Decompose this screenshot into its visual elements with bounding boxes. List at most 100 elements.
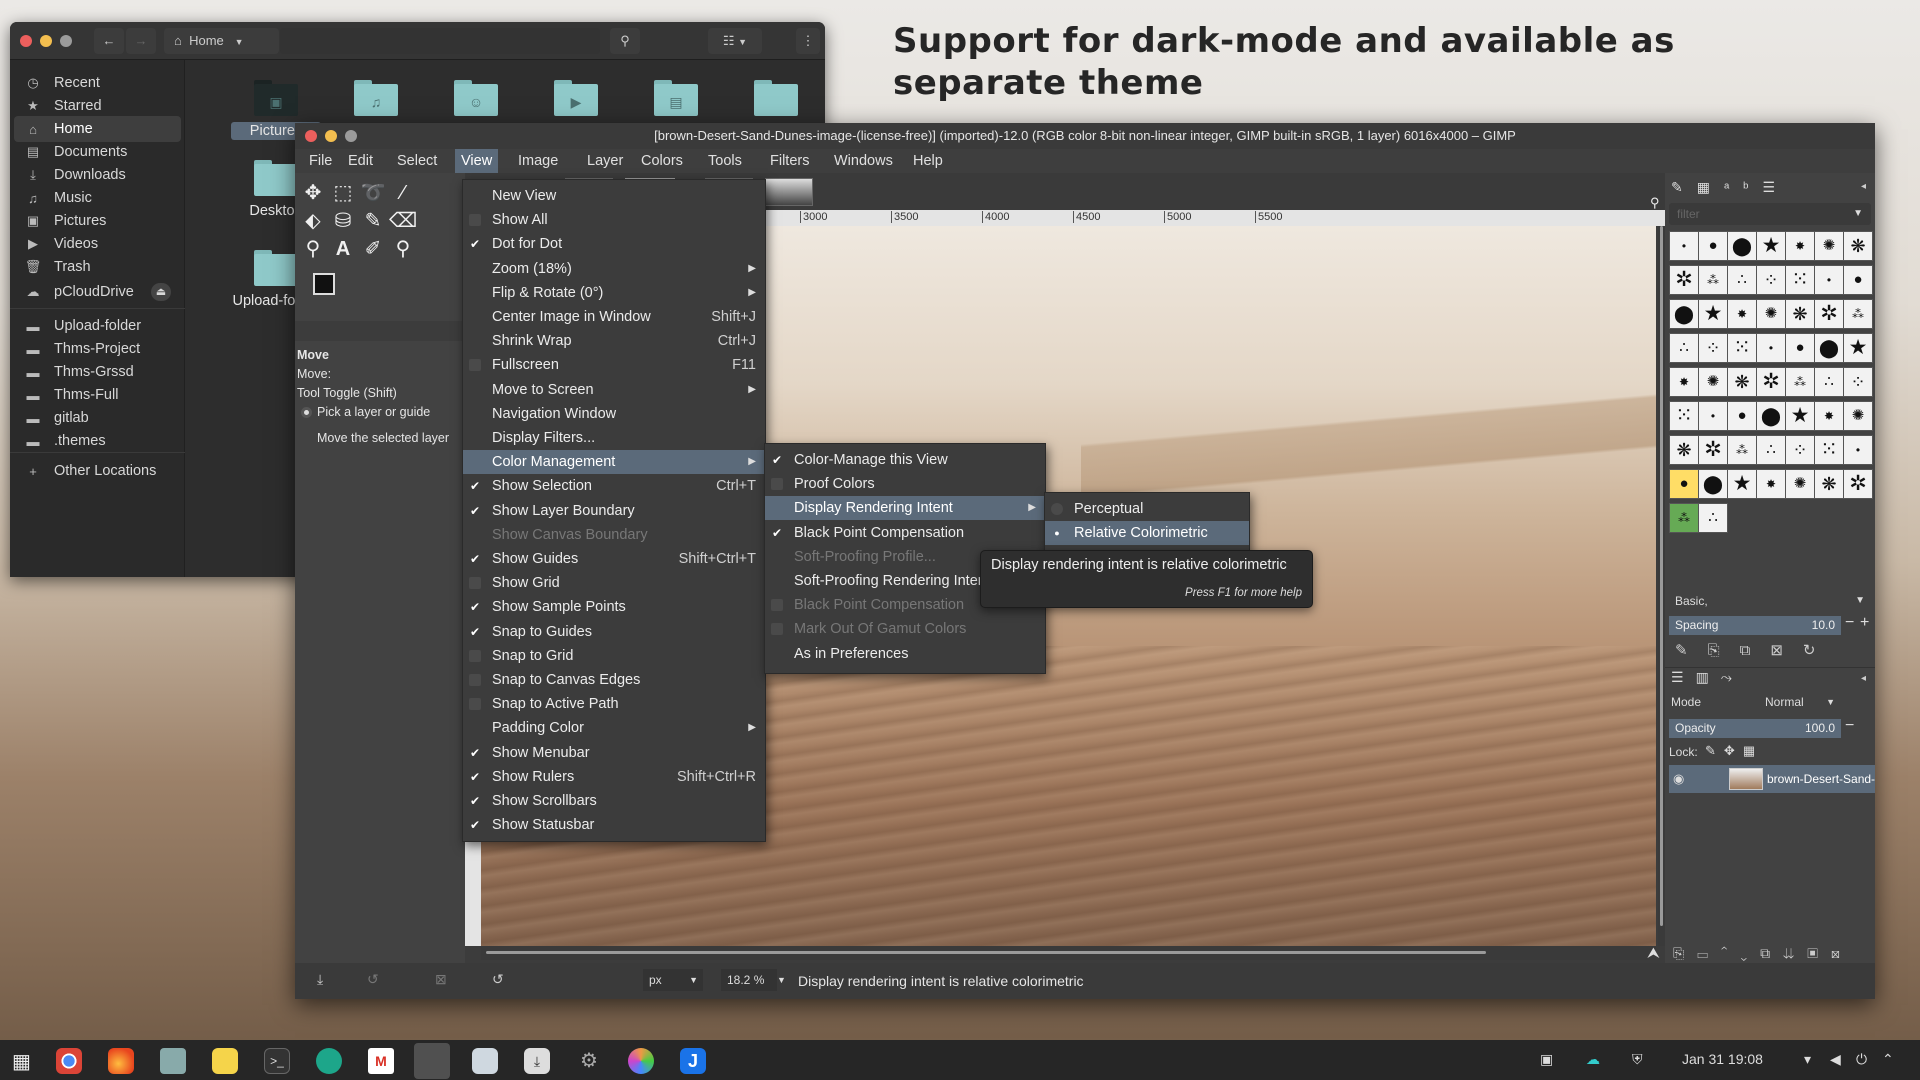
brush-swatch[interactable]: ✲ (1698, 435, 1728, 465)
brush-swatch[interactable]: • (1843, 435, 1873, 465)
sidebar-item-trash[interactable]: 🗑 Trash (14, 254, 181, 280)
j-app-icon[interactable]: J (680, 1048, 706, 1074)
menu-item-show-menubar[interactable]: ✔ Show Menubar (463, 741, 765, 765)
zoom-icon[interactable]: ⚲ (1650, 195, 1660, 211)
mode-select[interactable]: Normal ▼ (1765, 693, 1835, 711)
brush-swatch[interactable]: • (1698, 401, 1728, 431)
sidebar-item-other-locations[interactable]: + Other Locations (14, 458, 181, 484)
brush-swatch[interactable]: ❋ (1785, 299, 1815, 329)
paintbrush-icon[interactable]: ✎ (359, 209, 387, 233)
brush-swatch[interactable]: ✲ (1843, 469, 1873, 499)
brush-swatch[interactable]: ⬤ (1727, 231, 1757, 261)
volume-icon[interactable]: ◀ (1830, 1051, 1841, 1068)
menu-item-show-guides[interactable]: ✔ Show Guides Shift+Ctrl+T (463, 547, 765, 571)
rect-select-icon[interactable]: ⬚ (329, 181, 357, 205)
brush-swatch[interactable]: ✸ (1669, 367, 1699, 397)
brush-swatch[interactable]: ✸ (1814, 401, 1844, 431)
maximize-icon[interactable] (345, 130, 357, 142)
layers-dock-tabs[interactable]: ☰▥⤳ (1671, 669, 1744, 686)
gmail-icon[interactable]: M (368, 1048, 394, 1074)
layer-row[interactable]: ◉ brown-Desert-Sand-Dunes-im (1669, 765, 1875, 793)
notes-icon[interactable] (212, 1048, 238, 1074)
download-icon[interactable]: ⤓ (524, 1048, 550, 1074)
color-picker-icon[interactable]: ✐ (359, 237, 387, 261)
brush-swatch[interactable]: ✲ (1814, 299, 1844, 329)
app-launcher-icon[interactable]: ▦ (12, 1049, 31, 1074)
menu-file[interactable]: File (303, 149, 338, 173)
screen-icon[interactable]: ▣ (1540, 1051, 1553, 1068)
zoom-select[interactable]: 18.2 % (721, 969, 777, 991)
menu-help[interactable]: Help (907, 149, 949, 173)
brush-swatch[interactable]: ✸ (1785, 231, 1815, 261)
menu-item-show-all[interactable]: Show All (463, 208, 765, 232)
menu-filters[interactable]: Filters (764, 149, 815, 173)
menu-item-show-layer-boundary[interactable]: ✔ Show Layer Boundary (463, 499, 765, 523)
shield-icon[interactable]: ⛨ (1632, 1051, 1643, 1068)
view-toggle-button[interactable]: ☷ ▼ (708, 28, 762, 54)
brush-preset-select[interactable]: Basic, ▼ (1669, 591, 1871, 611)
brush-swatch[interactable]: ✸ (1756, 469, 1786, 499)
menu-tools[interactable]: Tools (702, 149, 748, 173)
chevron-down-icon[interactable]: ▼ (1853, 203, 1863, 225)
maximize-icon[interactable] (60, 35, 72, 47)
cloud-icon[interactable]: ☁ (1586, 1051, 1600, 1068)
power-icon[interactable]: ⏻ (1856, 1051, 1867, 1068)
brush-swatch[interactable]: ✺ (1756, 299, 1786, 329)
fuzzy-select-icon[interactable]: ⁄ (389, 181, 417, 205)
paths-icon[interactable]: ⚲ (299, 237, 327, 261)
minimize-icon[interactable] (40, 35, 52, 47)
navigate-icon[interactable]: ⮝ (1647, 945, 1660, 962)
option-move-layer[interactable]: Move the selected layer (317, 431, 465, 445)
minimize-icon[interactable] (325, 130, 337, 142)
menu-layer[interactable]: Layer (581, 149, 629, 173)
foreground-color-swatch[interactable] (313, 273, 335, 295)
brush-swatch[interactable]: • (1814, 265, 1844, 295)
menu-item-show-scrollbars[interactable]: ✔ Show Scrollbars (463, 789, 765, 813)
brush-swatch[interactable]: ★ (1698, 299, 1728, 329)
brush-swatch[interactable]: ∴ (1669, 333, 1699, 363)
menu-colors[interactable]: Colors (635, 149, 689, 173)
menu-item-display-filters[interactable]: Display Filters... (463, 426, 765, 450)
eject-icon[interactable]: ⏏ (151, 283, 171, 301)
menu-item-display-rendering-intent[interactable]: Display Rendering Intent ▶ (765, 496, 1045, 521)
move-tool-icon[interactable]: ✥ (299, 181, 327, 205)
chevron-down-icon[interactable]: ▼ (777, 975, 786, 985)
brush-swatch[interactable]: ∴ (1698, 503, 1728, 533)
menu-item-black-point-compensation[interactable]: ✔ Black Point Compensation (765, 521, 1045, 545)
unit-select[interactable]: px ▼ (643, 969, 703, 991)
files-icon[interactable] (160, 1048, 186, 1074)
menu-item-show-grid[interactable]: Show Grid (463, 571, 765, 595)
clock-text[interactable]: Jan 31 19:08 (1682, 1051, 1763, 1067)
spacing-slider[interactable]: Spacing 10.0 (1669, 616, 1841, 635)
brush-swatch[interactable]: ⁙ (1669, 401, 1699, 431)
brush-swatch[interactable]: • (1756, 333, 1786, 363)
finder-like-icon[interactable] (472, 1048, 498, 1074)
eye-icon[interactable]: ◉ (1673, 771, 1684, 787)
image-tab-thumb[interactable] (765, 178, 813, 206)
sidebar-item-pclouddrive[interactable]: ☁ pCloudDrive ⏏ (14, 279, 181, 305)
brush-swatch[interactable]: ★ (1843, 333, 1873, 363)
brush-swatch[interactable]: ● (1698, 231, 1728, 261)
menu-image[interactable]: Image (512, 149, 564, 173)
brush-swatch[interactable]: ⬤ (1669, 299, 1699, 329)
brush-swatch[interactable]: • (1669, 231, 1699, 261)
brush-swatch[interactable]: ● (1785, 333, 1815, 363)
brush-swatch[interactable]: ⁘ (1843, 367, 1873, 397)
dock-menu-icon[interactable]: ◂ (1861, 181, 1866, 192)
lock-icons[interactable]: ✎✥▦ (1705, 743, 1763, 759)
menu-item-navigation-window[interactable]: Navigation Window (463, 402, 765, 426)
menu-view[interactable]: View (455, 149, 499, 173)
color-wheel-icon[interactable] (628, 1048, 654, 1074)
brush-swatch[interactable]: ∴ (1727, 265, 1757, 295)
menu-item-snap-to-canvas-edges[interactable]: Snap to Canvas Edges (463, 668, 765, 692)
menu-item-padding-color[interactable]: Padding Color ▶ (463, 716, 765, 740)
brush-action-icons[interactable]: ✎⎘⧉⊠↻ (1675, 641, 1835, 659)
transform-icon[interactable]: ⬖ (299, 209, 327, 233)
option-pick-layer[interactable]: Pick a layer or guide (301, 405, 430, 419)
chevron-up-icon[interactable]: ⌃ (1882, 1051, 1894, 1068)
brush-swatch[interactable]: ✲ (1756, 367, 1786, 397)
brush-swatch[interactable]: ⁙ (1785, 265, 1815, 295)
terminal-icon[interactable]: >_ (264, 1048, 290, 1074)
brush-swatch[interactable]: ⬤ (1698, 469, 1728, 499)
menu-item-show-statusbar[interactable]: ✔ Show Statusbar (463, 813, 765, 837)
